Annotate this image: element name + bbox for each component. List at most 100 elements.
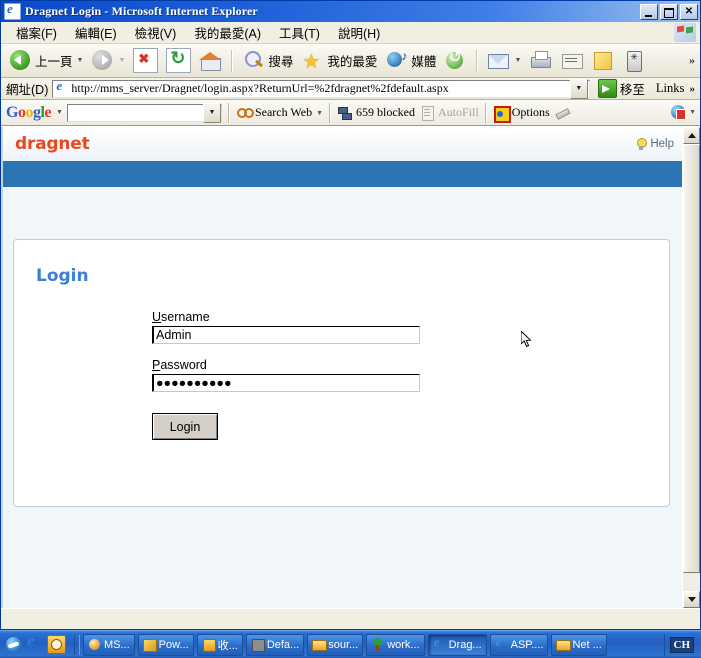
back-button[interactable]: 上一頁 ▼ — [5, 47, 87, 74]
mail-button[interactable]: ▼ — [483, 47, 525, 74]
google-toolbar: Google ▼ ▼ Search Web ▼ 659 blocked Auto… — [1, 100, 700, 126]
menu-tools[interactable]: 工具(T) — [270, 21, 329, 44]
task-button[interactable]: work... — [366, 633, 425, 656]
go-button[interactable]: 移至 — [594, 79, 649, 98]
show-desktop-icon[interactable] — [5, 636, 22, 653]
task-button-active[interactable]: Drag... — [427, 633, 487, 656]
scrollbar-track[interactable] — [683, 144, 700, 591]
close-button[interactable]: ✕ — [680, 3, 698, 20]
menu-favorites[interactable]: 我的最愛(A) — [185, 21, 270, 44]
scroll-up-button[interactable] — [683, 127, 700, 144]
password-label-rest: assword — [160, 358, 207, 372]
task-button[interactable]: 收... — [196, 633, 243, 656]
acrobat-icon[interactable] — [670, 104, 687, 120]
back-button-label: 上一頁 — [35, 55, 73, 69]
clock-icon[interactable] — [47, 635, 66, 654]
history-button[interactable] — [440, 47, 471, 74]
google-menu-chevron-icon[interactable]: ▼ — [56, 109, 63, 116]
task-buttons: MS... Pow... 收... Defa... sour... work..… — [83, 633, 664, 656]
menu-bar: 檔案(F) 編輯(E) 檢視(V) 我的最愛(A) 工具(T) 說明(H) — [1, 22, 700, 44]
menu-help[interactable]: 說明(H) — [329, 21, 389, 44]
task-button[interactable]: sour... — [307, 633, 364, 656]
system-tray: CH — [663, 633, 700, 656]
google-logo: Google — [6, 103, 52, 121]
login-button[interactable]: Login — [152, 413, 218, 440]
password-input[interactable]: ●●●●●●●●●● — [152, 374, 420, 392]
task-button[interactable]: Defa... — [245, 633, 305, 656]
forward-arrow-icon — [91, 49, 114, 72]
messenger-button[interactable] — [618, 47, 649, 74]
page-content: dragnet Help Login Username Admin Passwo… — [1, 127, 682, 608]
go-arrow-icon — [597, 79, 617, 98]
google-search-input[interactable]: ▼ — [66, 102, 222, 123]
binoculars-icon — [236, 105, 254, 121]
address-input[interactable]: http://mms_server/Dragnet/login.aspx?Ret… — [52, 78, 590, 99]
help-link[interactable]: Help — [635, 137, 674, 151]
menu-file[interactable]: 檔案(F) — [7, 21, 66, 44]
refresh-button[interactable] — [162, 46, 195, 75]
status-bar — [1, 608, 700, 629]
task-button[interactable]: Pow... — [137, 633, 194, 656]
options-label: Options — [511, 105, 550, 119]
taskbar-divider — [74, 634, 80, 655]
quick-launch-bar — [0, 631, 71, 654]
windows-logo-icon — [674, 23, 696, 42]
task-label: Drag... — [448, 638, 482, 651]
menu-edit[interactable]: 編輯(E) — [66, 21, 126, 44]
forward-button[interactable]: ▼ — [87, 47, 129, 74]
chevron-down-icon[interactable]: ▼ — [689, 109, 696, 116]
address-bar-label: 網址(D) — [6, 83, 49, 97]
title-bar: Dragnet Login - Microsoft Internet Explo… — [1, 1, 700, 22]
lightbulb-icon — [635, 137, 648, 151]
google-options-button[interactable]: Options — [493, 105, 550, 123]
address-dropdown-button[interactable]: ▼ — [569, 78, 588, 99]
popup-blocker-icon — [337, 105, 353, 121]
google-search-dropdown-button[interactable]: ▼ — [202, 102, 221, 123]
google-highlight-button[interactable] — [554, 105, 570, 121]
chevron-down-icon[interactable]: ▼ — [316, 109, 323, 117]
task-button[interactable]: MS... — [83, 633, 135, 656]
search-button[interactable]: 搜尋 — [238, 47, 297, 74]
task-label: Defa... — [266, 638, 300, 651]
maximize-button[interactable] — [660, 3, 678, 20]
chevron-down-icon[interactable]: ▼ — [514, 57, 521, 64]
scrollbar-thumb[interactable] — [683, 144, 700, 573]
notes-button[interactable] — [587, 47, 618, 74]
print-icon — [529, 49, 552, 72]
toolbar-overflow-button[interactable]: » — [689, 53, 695, 68]
navigation-toolbar: 上一頁 ▼ ▼ 搜尋 我的最愛 媒體 — [1, 44, 700, 78]
task-button[interactable]: ASP.... — [489, 633, 549, 656]
google-separator — [329, 102, 332, 123]
vertical-scrollbar[interactable] — [682, 127, 700, 608]
internet-explorer-icon[interactable] — [26, 631, 43, 653]
username-accesskey: U — [152, 310, 162, 324]
password-value: ●●●●●●●●●● — [156, 376, 232, 390]
folder-icon — [312, 638, 328, 651]
page-title: Login — [36, 266, 89, 286]
favorites-button[interactable]: 我的最愛 — [297, 47, 381, 74]
chevron-down-icon[interactable]: ▼ — [77, 57, 84, 64]
media-button[interactable]: 媒體 — [381, 47, 440, 74]
google-popup-blocker-button[interactable]: 659 blocked — [337, 105, 415, 121]
scroll-down-button[interactable] — [683, 591, 700, 608]
autofill-icon — [419, 105, 435, 121]
task-label: 收... — [217, 639, 238, 652]
username-input[interactable]: Admin — [152, 326, 420, 344]
ie-icon — [495, 635, 508, 651]
task-button[interactable]: Net ... — [551, 633, 607, 656]
menu-view[interactable]: 檢視(V) — [126, 21, 186, 44]
google-search-web-button[interactable]: Search Web ▼ — [236, 105, 323, 121]
google-autofill-button[interactable]: AutoFill — [419, 105, 479, 121]
home-button[interactable] — [195, 47, 226, 74]
blocked-count-label: 659 blocked — [356, 105, 416, 119]
language-indicator[interactable]: CH — [669, 636, 694, 653]
minimize-button[interactable] — [640, 3, 658, 20]
print-button[interactable] — [525, 47, 556, 74]
chevron-down-icon[interactable]: ▼ — [118, 57, 125, 64]
edit-button[interactable] — [556, 47, 587, 74]
task-label: work... — [387, 638, 420, 651]
stop-button[interactable] — [129, 46, 162, 75]
history-icon — [444, 47, 467, 72]
login-panel: Login Username Admin Password ●●●●●●●●●●… — [13, 239, 670, 507]
links-button[interactable]: Links » — [653, 81, 698, 96]
